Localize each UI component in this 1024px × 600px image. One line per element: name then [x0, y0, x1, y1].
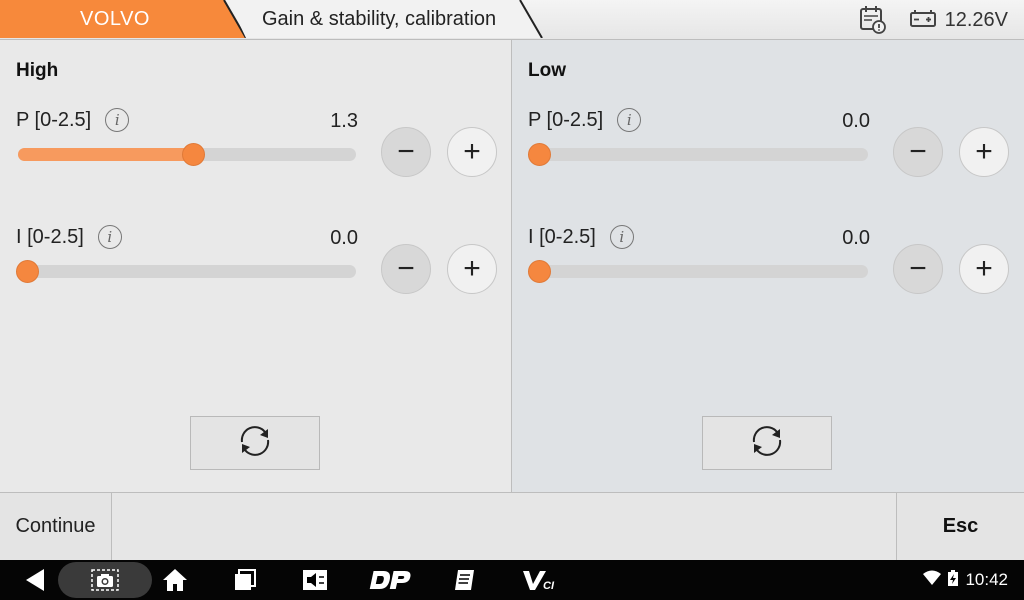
battery-voltage: 12.26V: [944, 8, 1008, 31]
decrease-button[interactable]: −: [893, 244, 943, 294]
param-value: 0.0: [842, 110, 870, 132]
info-icon[interactable]: i: [105, 108, 130, 132]
brand-tab[interactable]: VOLVO: [0, 0, 247, 38]
decrease-button[interactable]: −: [893, 127, 943, 177]
slider-thumb[interactable]: [182, 143, 206, 166]
info-icon[interactable]: i: [609, 225, 634, 249]
param-value: 0.0: [842, 227, 870, 249]
esc-button[interactable]: Esc: [896, 493, 1024, 560]
decrease-button[interactable]: −: [381, 127, 431, 177]
recent-apps-icon[interactable]: [230, 560, 260, 600]
home-icon[interactable]: [160, 560, 190, 600]
battery-charging-icon: [947, 569, 959, 592]
info-icon[interactable]: i: [97, 225, 122, 249]
param-low-p: P [0-2.5] i 0.0: [528, 108, 1022, 188]
calendar-alert-icon[interactable]: [859, 5, 887, 35]
param-value: 0.0: [330, 227, 358, 249]
brand-label: VOLVO: [80, 8, 150, 30]
bottom-action-bar: Continue Esc: [0, 492, 1024, 560]
battery-icon: [909, 8, 937, 33]
low-panel: Low P [0-2.5] i 0.0 − + I [0-2.5] i 0.0 …: [512, 40, 1024, 492]
slider-track[interactable]: [16, 260, 356, 283]
panel-title-low: Low: [528, 60, 566, 81]
slider-fill: [18, 148, 194, 161]
media-icon[interactable]: [300, 560, 330, 600]
refresh-icon: [235, 423, 275, 464]
reset-button-low[interactable]: [702, 416, 832, 470]
info-icon[interactable]: i: [617, 108, 642, 132]
slider-thumb[interactable]: [528, 143, 551, 166]
continue-button[interactable]: Continue: [0, 493, 112, 560]
param-label: P [0-2.5]: [16, 108, 92, 131]
notes-icon[interactable]: [450, 560, 480, 600]
slider-thumb[interactable]: [528, 260, 551, 283]
title-tab: Gain & stability, calibration: [228, 0, 546, 38]
param-label: I [0-2.5]: [528, 225, 596, 248]
high-panel: High P [0-2.5] i 1.3 − + I [0-2.5] i 0.0…: [0, 40, 512, 492]
back-icon[interactable]: [18, 560, 52, 600]
header-bar: VOLVO Gain & stability, calibration 12.2…: [0, 0, 1024, 40]
decrease-button[interactable]: −: [381, 244, 431, 294]
page-title: Gain & stability, calibration: [262, 8, 497, 30]
slider-track[interactable]: [18, 143, 356, 166]
panel-title-high: High: [16, 60, 59, 81]
param-high-p: P [0-2.5] i 1.3: [16, 108, 510, 188]
svg-text:CI: CI: [543, 580, 555, 591]
refresh-icon: [747, 423, 787, 464]
dp-icon[interactable]: [368, 560, 412, 600]
vci-icon[interactable]: CI: [520, 560, 560, 600]
param-low-i: I [0-2.5] i 0.0: [528, 225, 1022, 305]
param-label: I [0-2.5]: [16, 225, 84, 248]
slider-thumb[interactable]: [16, 260, 39, 283]
slider-track[interactable]: [528, 143, 868, 166]
system-status: 10:42: [923, 560, 1008, 600]
battery-status: 12.26V: [909, 8, 1008, 33]
increase-button[interactable]: +: [959, 127, 1009, 177]
clock: 10:42: [965, 570, 1008, 589]
slider-track[interactable]: [528, 260, 868, 283]
param-value: 1.3: [330, 110, 358, 132]
wifi-icon: [923, 570, 942, 591]
param-high-i: I [0-2.5] i 0.0: [16, 225, 510, 305]
increase-button[interactable]: +: [447, 127, 497, 177]
increase-button[interactable]: +: [959, 244, 1009, 294]
param-label: P [0-2.5]: [528, 108, 604, 131]
android-nav-bar: CI 10:42: [0, 560, 1024, 600]
screenshot-icon: [88, 560, 122, 600]
increase-button[interactable]: +: [447, 244, 497, 294]
reset-button-high[interactable]: [190, 416, 320, 470]
